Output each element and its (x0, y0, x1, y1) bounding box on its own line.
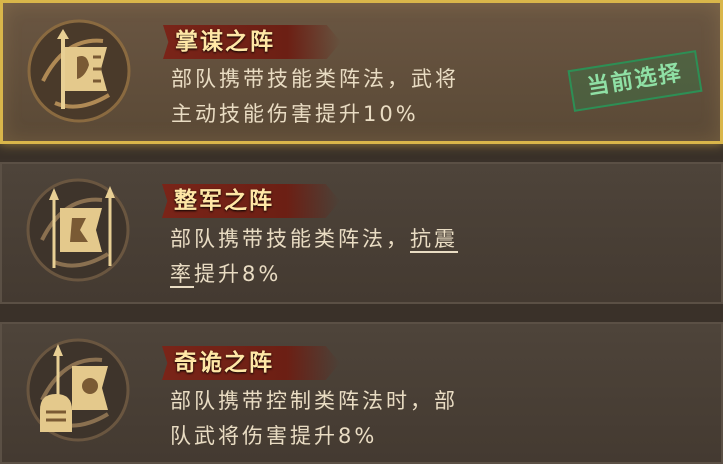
description-line: 部队携带技能类阵法，武将 (171, 67, 459, 91)
keyword-link[interactable]: 率 (170, 262, 194, 286)
current-selection-badge: 当前选择 (567, 50, 703, 112)
formation-title: 掌谋之阵 (175, 29, 275, 55)
description-line: 率提升8% (170, 257, 570, 292)
helmet-banner-emblem-icon (24, 336, 132, 444)
formation-description: 部队携带控制类阵法时，部 队武将伤害提升8% (170, 384, 570, 454)
spear-banner-emblem-icon (24, 176, 132, 284)
formation-card-qigui[interactable]: 奇诡之阵 部队携带控制类阵法时，部 队武将伤害提升8% (0, 322, 723, 464)
description-line: 队武将伤害提升8% (170, 424, 378, 448)
description-line: 部队携带技能类阵法，抗震 (170, 222, 570, 257)
formation-card-zhengjun[interactable]: 整军之阵 部队携带技能类阵法，抗震 率提升8% (0, 162, 723, 304)
description-line: 主动技能伤害提升10% (171, 102, 419, 126)
formation-title: 整军之阵 (174, 188, 274, 214)
description-text: 提升8% (194, 262, 282, 286)
formation-card-zhangmou[interactable]: 掌谋之阵 部队携带技能类阵法，武将 主动技能伤害提升10% 当前选择 (0, 0, 723, 144)
formation-title: 奇诡之阵 (174, 350, 274, 376)
keyword-link[interactable]: 抗震 (410, 227, 458, 251)
flag-banner-emblem-icon (25, 17, 133, 125)
formation-description: 部队携带技能类阵法，武将 主动技能伤害提升10% (171, 62, 571, 132)
description-text: 部队携带技能类阵法， (170, 227, 410, 251)
formation-description: 部队携带技能类阵法，抗震 率提升8% (170, 222, 570, 292)
description-line: 部队携带控制类阵法时，部 (170, 389, 458, 413)
